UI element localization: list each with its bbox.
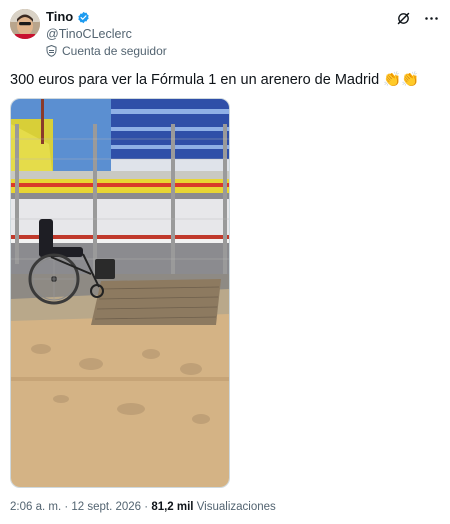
follower-account-label: Cuenta de seguidor <box>46 43 167 59</box>
author-handle[interactable]: @TinoCLeclerc <box>46 26 132 42</box>
views-label: Visualizaciones <box>193 501 276 513</box>
verified-badge-icon <box>77 11 90 24</box>
tweet-photo[interactable] <box>10 98 230 488</box>
avatar[interactable] <box>10 9 40 39</box>
meta-separator: · <box>141 501 152 513</box>
grok-icon[interactable] <box>394 9 412 27</box>
tweet-meta: 2:06 a. m. · 12 sept. 2026 · 81,2 mil Vi… <box>10 499 276 515</box>
shield-icon <box>46 45 57 57</box>
author-display-name[interactable]: Tino <box>46 9 73 25</box>
tweet-text: 300 euros para ver la Fórmula 1 en un ar… <box>10 72 420 88</box>
more-options-icon[interactable] <box>422 9 440 27</box>
tweet-date[interactable]: 12 sept. 2026 <box>71 501 141 513</box>
tweet-time[interactable]: 2:06 a. m. <box>10 501 61 513</box>
tweet-actions-top <box>394 9 440 27</box>
avatar-image <box>10 9 40 39</box>
views-count[interactable]: 81,2 mil <box>151 501 193 513</box>
photo-wheelchair-sand <box>11 99 229 487</box>
meta-separator: · <box>61 501 72 513</box>
author-name-row: Tino <box>46 9 90 25</box>
follower-label-text: Cuenta de seguidor <box>62 44 167 58</box>
